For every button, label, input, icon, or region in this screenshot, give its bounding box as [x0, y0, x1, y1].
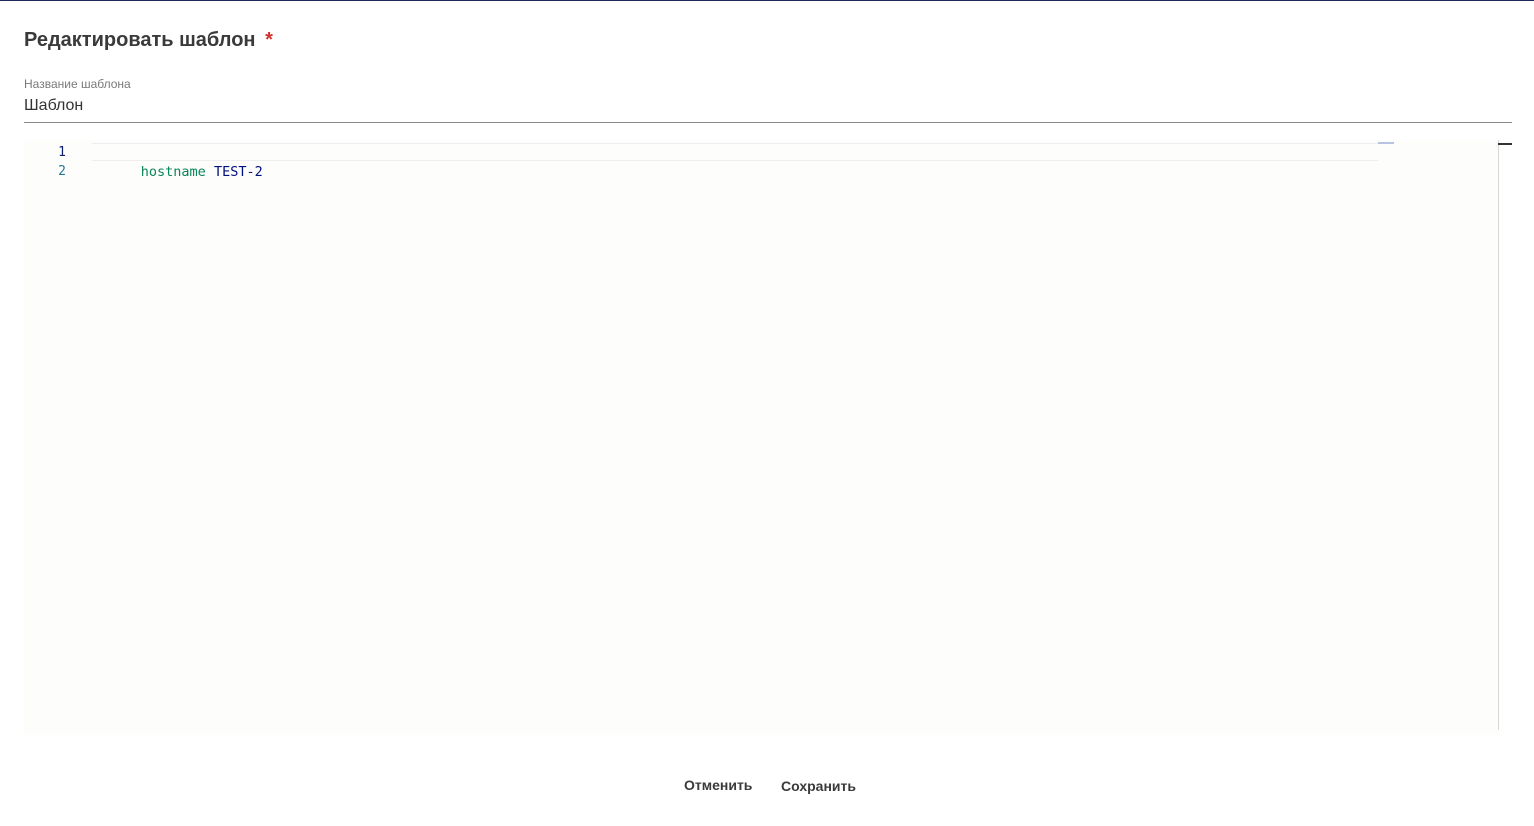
- template-name-label: Название шаблона: [24, 77, 131, 91]
- code-token-test-2: TEST-2: [213, 164, 263, 180]
- current-line-highlight: [92, 143, 1378, 161]
- code-editor[interactable]: 1 2 hostname TEST-2: [24, 140, 1512, 735]
- code-line-1[interactable]: hostname TEST-2: [92, 142, 263, 202]
- cancel-button[interactable]: Отменить: [676, 773, 760, 797]
- dialog-actions: Отменить Сохранить: [0, 771, 1534, 801]
- line-number-1: 1: [58, 145, 66, 160]
- dialog-title-text: Редактировать шаблон: [24, 29, 256, 51]
- save-button[interactable]: Сохранить: [773, 774, 864, 798]
- template-name-field: Название шаблона: [24, 77, 1512, 123]
- vertical-scrollbar[interactable]: [1498, 140, 1499, 730]
- scrollbar-thumb[interactable]: [1498, 143, 1512, 145]
- line-number-gutter: 1 2: [24, 140, 84, 735]
- edit-template-dialog: Редактировать шаблон * Название шаблона …: [0, 1, 1534, 826]
- code-token-hostname: hostname: [140, 164, 206, 180]
- template-name-input[interactable]: [24, 95, 1504, 117]
- line-number-2: 2: [58, 164, 66, 179]
- dialog-title: Редактировать шаблон *: [24, 29, 273, 52]
- minimap-indicator: [1378, 142, 1394, 144]
- required-marker: *: [265, 29, 273, 51]
